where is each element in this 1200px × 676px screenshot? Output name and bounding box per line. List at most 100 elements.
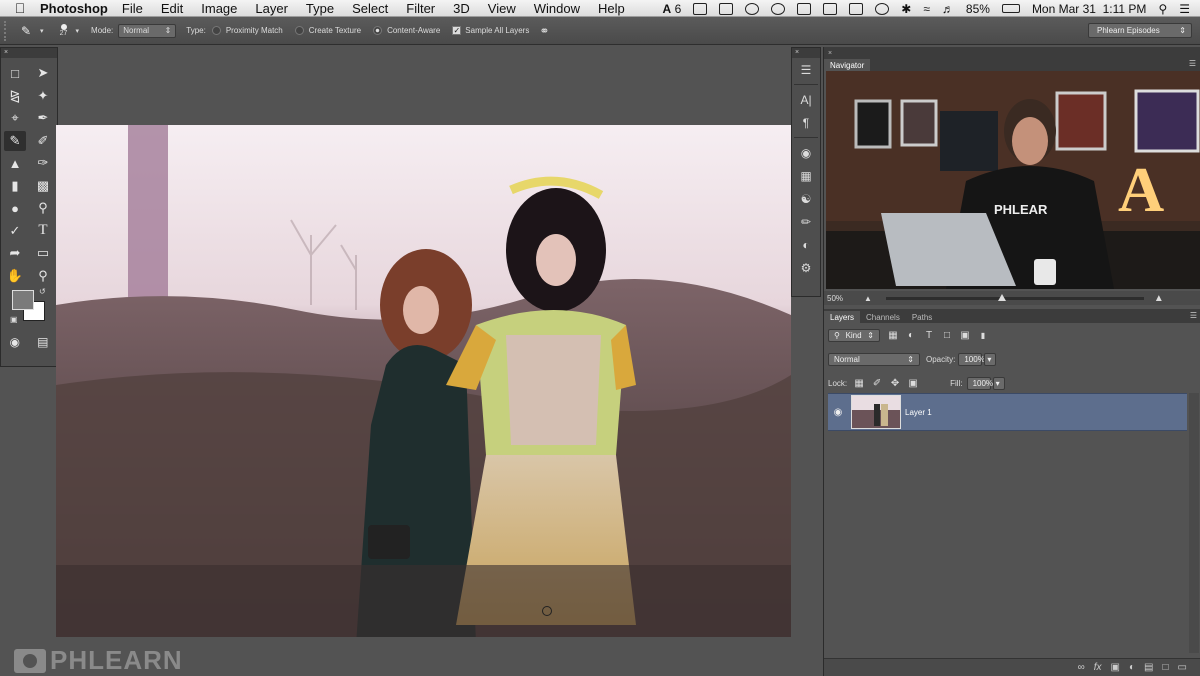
default-colors-icon[interactable]: ▣ xyxy=(10,315,18,324)
airplay-icon[interactable] xyxy=(823,2,838,15)
menu-window[interactable]: Window xyxy=(534,1,580,16)
menu-filter[interactable]: Filter xyxy=(406,1,435,16)
zoom-in-icon[interactable]: ▲ xyxy=(1154,293,1164,304)
time-machine-icon[interactable] xyxy=(875,2,890,15)
timer-icon[interactable] xyxy=(771,2,786,15)
tab-layers[interactable]: Layers xyxy=(824,311,861,323)
search-icon[interactable]: ⚲ xyxy=(1158,2,1167,16)
character-panel-icon[interactable]: A| xyxy=(792,88,820,111)
camera-icon[interactable] xyxy=(797,2,812,15)
filter-type-icon[interactable]: T xyxy=(922,328,936,342)
app-menu[interactable]: Photoshop xyxy=(40,1,108,16)
document-canvas[interactable] xyxy=(56,125,791,637)
adjustments-panel-icon[interactable]: ◐ xyxy=(792,233,820,256)
eyedropper-icon[interactable]: ✒ xyxy=(29,107,57,130)
clone-stamp-icon[interactable]: ▲ xyxy=(1,152,29,175)
brush-panel-icon[interactable]: ✏ xyxy=(792,210,820,233)
panel-menu-icon[interactable]: ☰ xyxy=(1190,311,1197,320)
lock-position-icon[interactable]: ✥ xyxy=(888,376,902,390)
fill-dropdown-icon[interactable]: ▾ xyxy=(992,376,1005,390)
hand-icon[interactable]: ✋ xyxy=(1,265,29,288)
radio-content-aware[interactable]: Content-Aware xyxy=(373,26,440,36)
link-layers-icon[interactable]: ∞ xyxy=(1078,662,1085,673)
brush-presets-icon[interactable]: ◉ xyxy=(792,141,820,164)
marquee-icon[interactable]: □ xyxy=(1,62,29,85)
pressure-size-icon[interactable]: ⚭ xyxy=(539,24,549,38)
quick-mask-icon[interactable]: ◉ xyxy=(10,335,20,349)
dropbox-icon[interactable] xyxy=(693,2,708,15)
close-icon[interactable]: × xyxy=(824,50,832,57)
menu-select[interactable]: Select xyxy=(352,1,388,16)
crop-icon[interactable]: ⌖ xyxy=(1,107,29,130)
navigator-preview[interactable]: A PHLEAR xyxy=(826,71,1200,289)
rectangle-icon[interactable]: ▭ xyxy=(29,242,57,265)
swatches-panel-icon[interactable]: ▦ xyxy=(792,164,820,187)
history-panel-icon[interactable]: ☰ xyxy=(792,58,820,81)
menu-image[interactable]: Image xyxy=(201,1,237,16)
opacity-dropdown-icon[interactable]: ▾ xyxy=(984,352,997,366)
menu-layer[interactable]: Layer xyxy=(255,1,288,16)
eye-icon[interactable]: ◉ xyxy=(828,407,848,418)
mode-dropdown[interactable]: Normal ⇕ xyxy=(118,23,177,38)
apple-menu-icon[interactable]:  xyxy=(0,0,40,16)
dodge-icon[interactable]: ⚲ xyxy=(29,197,57,220)
bluetooth-icon[interactable]: ✱ xyxy=(901,2,911,16)
magic-wand-icon[interactable]: ✦ xyxy=(29,85,57,108)
filter-adjustment-icon[interactable]: ◐ xyxy=(904,328,918,342)
opacity-input[interactable]: 100% xyxy=(958,352,985,366)
move-icon[interactable]: ➤ xyxy=(29,62,57,85)
radio-create-texture[interactable]: Create Texture xyxy=(294,26,361,36)
blend-mode-dropdown[interactable]: Normal ⇕ xyxy=(828,352,920,366)
layers-scrollbar[interactable] xyxy=(1189,393,1199,653)
battery-icon[interactable] xyxy=(1001,4,1020,13)
wifi-icon[interactable]: ≈ xyxy=(923,2,930,16)
pen-icon[interactable]: ✓ xyxy=(1,220,29,243)
notification-center-icon[interactable]: ☰ xyxy=(1179,2,1190,16)
history-brush-icon[interactable]: ✑ xyxy=(29,152,57,175)
evernote-icon[interactable] xyxy=(719,2,734,15)
tool-preset-icon[interactable]: ✎ xyxy=(12,24,40,38)
volume-icon[interactable]: ♬ xyxy=(942,2,954,16)
zoom-slider-knob[interactable] xyxy=(997,293,1006,301)
filter-shape-icon[interactable]: □ xyxy=(940,328,954,342)
blur-icon[interactable]: ● xyxy=(1,197,29,220)
color-swatches[interactable]: ↺ ▣ xyxy=(1,287,57,335)
filter-smart-object-icon[interactable]: ▣ xyxy=(958,328,972,342)
type-icon[interactable]: T xyxy=(29,220,57,243)
menu-3d[interactable]: 3D xyxy=(453,1,470,16)
radio-proximity-match[interactable]: Proximity Match xyxy=(211,26,283,36)
path-selection-icon[interactable]: ➦ xyxy=(1,242,29,265)
strip-header[interactable]: × xyxy=(792,48,820,58)
adobe-status[interactable]: A 6 xyxy=(663,2,682,16)
delete-layer-icon[interactable]: ▭ xyxy=(1178,662,1187,673)
menu-file[interactable]: File xyxy=(122,1,143,16)
filter-toggle-icon[interactable]: ▮ xyxy=(976,328,990,342)
zoom-icon[interactable]: ⚲ xyxy=(29,265,57,288)
tool-preset-dropdown-icon[interactable]: ▾ xyxy=(40,27,44,35)
adjustment-layer-icon[interactable]: ◐ xyxy=(1129,662,1135,673)
screen-mode-icon[interactable]: ▤ xyxy=(37,335,48,349)
clock[interactable]: Mon Mar 31 1:11 PM xyxy=(1032,2,1147,16)
lock-pixels-icon[interactable]: ✐ xyxy=(870,376,884,390)
options-grip[interactable] xyxy=(4,20,12,41)
menu-type[interactable]: Type xyxy=(306,1,334,16)
clone-source-icon[interactable]: ☯ xyxy=(792,187,820,210)
swap-colors-icon[interactable]: ↺ xyxy=(39,287,46,296)
menu-help[interactable]: Help xyxy=(598,1,625,16)
lock-all-icon[interactable]: ▣ xyxy=(906,376,920,390)
foreground-color-swatch[interactable] xyxy=(12,290,34,310)
menu-view[interactable]: View xyxy=(488,1,516,16)
properties-panel-icon[interactable]: ⚙ xyxy=(792,256,820,279)
brush-size-picker[interactable]: 27 xyxy=(54,24,74,37)
filter-pixel-icon[interactable]: ▦ xyxy=(886,328,900,342)
tab-channels[interactable]: Channels xyxy=(860,311,906,323)
tab-navigator[interactable]: Navigator xyxy=(824,59,871,71)
workspace-switcher[interactable]: Phlearn Episodes ⇕ xyxy=(1088,23,1192,38)
eraser-icon[interactable]: ▮ xyxy=(1,175,29,198)
navigator-zoom-value[interactable]: 50% xyxy=(824,294,864,303)
spot-healing-brush-icon[interactable]: ✎ xyxy=(4,130,26,151)
layer-row-layer-1[interactable]: ◉ Layer 1 xyxy=(828,393,1187,431)
navigator-zoom-slider[interactable] xyxy=(885,293,1144,301)
layer-style-icon[interactable]: fx xyxy=(1094,662,1102,673)
lock-transparent-icon[interactable]: ▦ xyxy=(852,376,866,390)
